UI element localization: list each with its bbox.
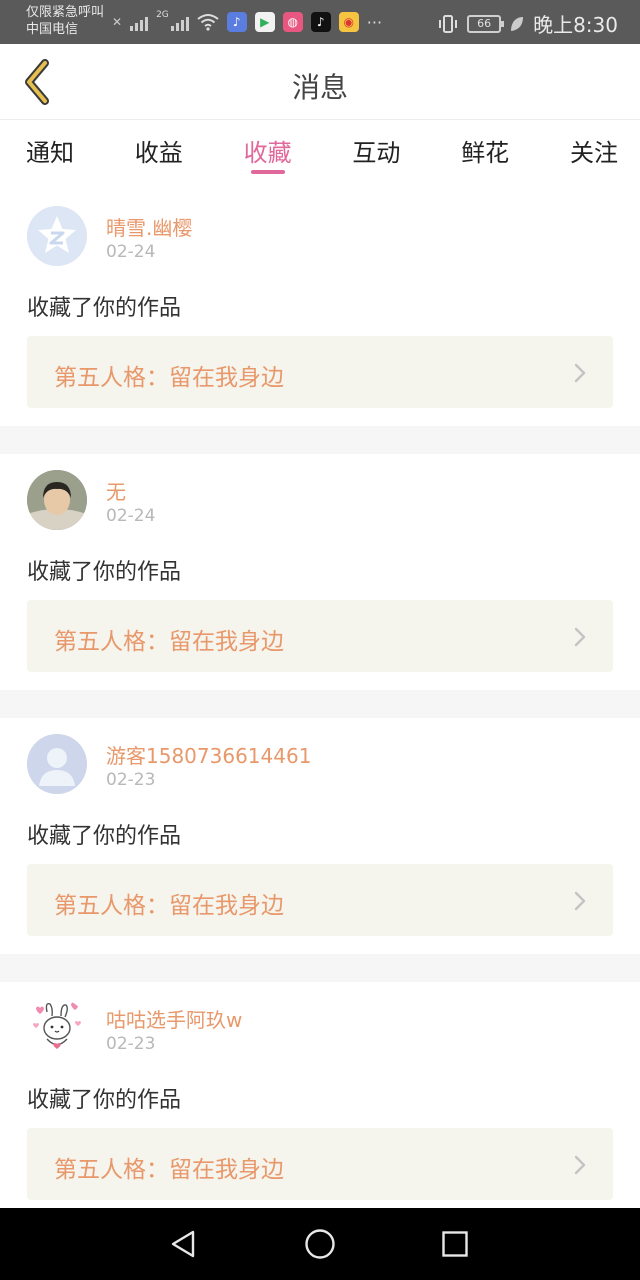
work-title: 第五人格：留在我身边 — [54, 1157, 284, 1183]
chevron-right-icon — [574, 891, 586, 911]
divider — [0, 954, 640, 982]
no-sim-icon: ✕ — [112, 15, 123, 29]
signal-icon — [130, 13, 149, 31]
signal-icon-2 — [170, 13, 189, 31]
nav-recents-button[interactable] — [437, 1226, 473, 1262]
status-bar: 仅限紧急呼叫 中国电信 ✕ 2G ♪ ▶ ◍ ♪ ◉ ··· 66 晚上8:30 — [0, 0, 640, 44]
work-link[interactable]: 第五人格：留在我身边 — [27, 864, 613, 936]
leaf-icon — [511, 16, 524, 31]
music-app-icon: ♪ — [226, 12, 247, 32]
avatar[interactable] — [27, 734, 87, 794]
status-icons: ✕ 2G ♪ ▶ ◍ ♪ ◉ ··· — [112, 10, 382, 34]
vibrate-icon — [439, 14, 458, 33]
message-tabs: 通知 收益 收藏 互动 鲜花 关注 — [0, 121, 640, 183]
carrier-line-1: 仅限紧急呼叫 — [26, 5, 105, 20]
message-date: 02-23 — [106, 1034, 156, 1054]
work-title: 第五人格：留在我身边 — [54, 629, 284, 655]
message-card: 咕咕选手阿玖w 02-23 收藏了你的作品 第五人格：留在我身边 — [0, 982, 640, 1218]
tab-interactions[interactable]: 互动 — [352, 121, 400, 183]
system-nav-bar — [0, 1208, 640, 1280]
chat-app-icon: ◍ — [282, 12, 303, 32]
rabbit-hearts-avatar-icon — [27, 998, 87, 1058]
carrier-line-2: 中国电信 — [26, 22, 79, 37]
nav-home-button[interactable] — [302, 1226, 338, 1262]
wifi-icon — [197, 14, 219, 31]
triangle-back-icon — [171, 1230, 195, 1258]
battery-icon: 66 — [467, 14, 505, 33]
work-title: 第五人格：留在我身边 — [54, 365, 284, 391]
work-title: 第五人格：留在我身边 — [54, 893, 284, 919]
username[interactable]: 晴雪.幽樱 — [106, 212, 192, 241]
nav-back-button[interactable] — [165, 1226, 201, 1262]
avatar[interactable] — [27, 998, 87, 1058]
username[interactable]: 游客1580736614461 — [106, 740, 311, 769]
carrier-info: 仅限紧急呼叫 中国电信 — [26, 4, 104, 38]
clock: 晚上8:30 — [533, 13, 618, 37]
more-notifications: ··· — [366, 12, 383, 32]
work-link[interactable]: 第五人格：留在我身边 — [27, 600, 613, 672]
work-link[interactable]: 第五人格：留在我身边 — [27, 336, 613, 408]
divider — [0, 426, 640, 454]
message-card: 晴雪.幽樱 02-24 收藏了你的作品 第五人格：留在我身边 — [0, 190, 640, 426]
weibo-icon: ◉ — [338, 12, 359, 32]
tiktok-icon: ♪ — [310, 12, 331, 32]
message-date: 02-24 — [106, 506, 156, 526]
default-person-avatar-icon — [27, 734, 87, 794]
tab-follows[interactable]: 关注 — [570, 121, 618, 183]
chevron-right-icon — [574, 627, 586, 647]
app-header: 消息 — [0, 44, 640, 120]
qzone-star-avatar-icon — [27, 206, 87, 266]
video-app-icon: ▶ — [254, 12, 275, 32]
username[interactable]: 无 — [106, 476, 126, 505]
photo-avatar-icon — [27, 470, 87, 530]
chevron-right-icon — [574, 1155, 586, 1175]
avatar[interactable] — [27, 470, 87, 530]
message-list: 晴雪.幽樱 02-24 收藏了你的作品 第五人格：留在我身边 无 02-24 收… — [0, 190, 640, 1218]
username[interactable]: 咕咕选手阿玖w — [106, 1004, 242, 1033]
tab-earnings[interactable]: 收益 — [135, 121, 183, 183]
message-date: 02-24 — [106, 242, 156, 262]
action-text: 收藏了你的作品 — [27, 560, 182, 585]
page-title: 消息 — [291, 71, 348, 104]
circle-home-icon — [305, 1229, 335, 1259]
square-recents-icon — [442, 1231, 468, 1257]
tab-flowers[interactable]: 鲜花 — [461, 121, 509, 183]
action-text: 收藏了你的作品 — [27, 824, 182, 849]
tab-favorites[interactable]: 收藏 — [244, 121, 292, 183]
work-link[interactable]: 第五人格：留在我身边 — [27, 1128, 613, 1200]
action-text: 收藏了你的作品 — [27, 1088, 182, 1113]
message-date: 02-23 — [106, 770, 156, 790]
message-card: 无 02-24 收藏了你的作品 第五人格：留在我身边 — [0, 454, 640, 690]
chevron-right-icon — [574, 363, 586, 383]
action-text: 收藏了你的作品 — [27, 296, 182, 321]
divider — [0, 690, 640, 718]
status-right: 66 晚上8:30 — [437, 9, 618, 38]
avatar[interactable] — [27, 206, 87, 266]
tab-notifications[interactable]: 通知 — [26, 121, 74, 183]
message-card: 游客1580736614461 02-23 收藏了你的作品 第五人格：留在我身边 — [0, 718, 640, 954]
network-type: 2G — [156, 10, 169, 20]
